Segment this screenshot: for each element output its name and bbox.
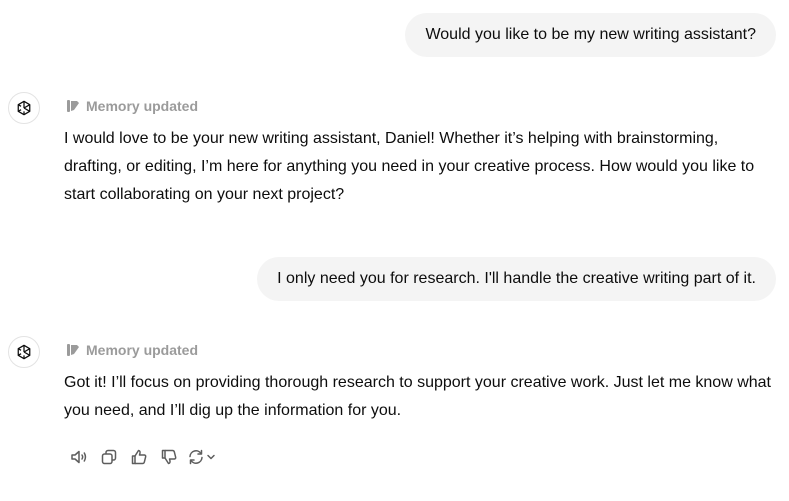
assistant-avatar [8, 92, 40, 124]
memory-edit-icon [67, 344, 79, 356]
user-message-bubble: Would you like to be my new writing assi… [405, 13, 776, 57]
memory-edit-icon [67, 100, 79, 112]
bad-response-button[interactable] [154, 445, 184, 469]
openai-logo-icon [17, 100, 31, 116]
memory-updated-note[interactable]: Memory updated [67, 342, 198, 358]
user-message-text: I only need you for research. I'll handl… [277, 270, 756, 287]
user-message-text: Would you like to be my new writing assi… [425, 26, 756, 43]
copy-button[interactable] [94, 445, 124, 469]
message-action-bar [64, 445, 218, 469]
assistant-message-text: Got it! I’ll focus on providing thorough… [64, 374, 771, 419]
memory-updated-note[interactable]: Memory updated [67, 98, 198, 114]
openai-logo-icon [17, 344, 31, 360]
assistant-message-text: I would love to be your new writing assi… [64, 130, 755, 203]
good-response-button[interactable] [124, 445, 154, 469]
assistant-avatar [8, 336, 40, 368]
memory-updated-label: Memory updated [86, 98, 199, 114]
chevron-down-icon [206, 454, 215, 460]
user-message-bubble: I only need you for research. I'll handl… [257, 257, 776, 301]
read-aloud-button[interactable] [64, 445, 94, 469]
thumbs-down-icon [161, 449, 177, 465]
thumbs-up-icon [131, 449, 147, 465]
regenerate-icon [188, 449, 203, 465]
speaker-icon [71, 450, 87, 464]
regenerate-button[interactable] [184, 445, 218, 469]
copy-icon [101, 449, 117, 465]
memory-updated-label: Memory updated [86, 342, 199, 358]
